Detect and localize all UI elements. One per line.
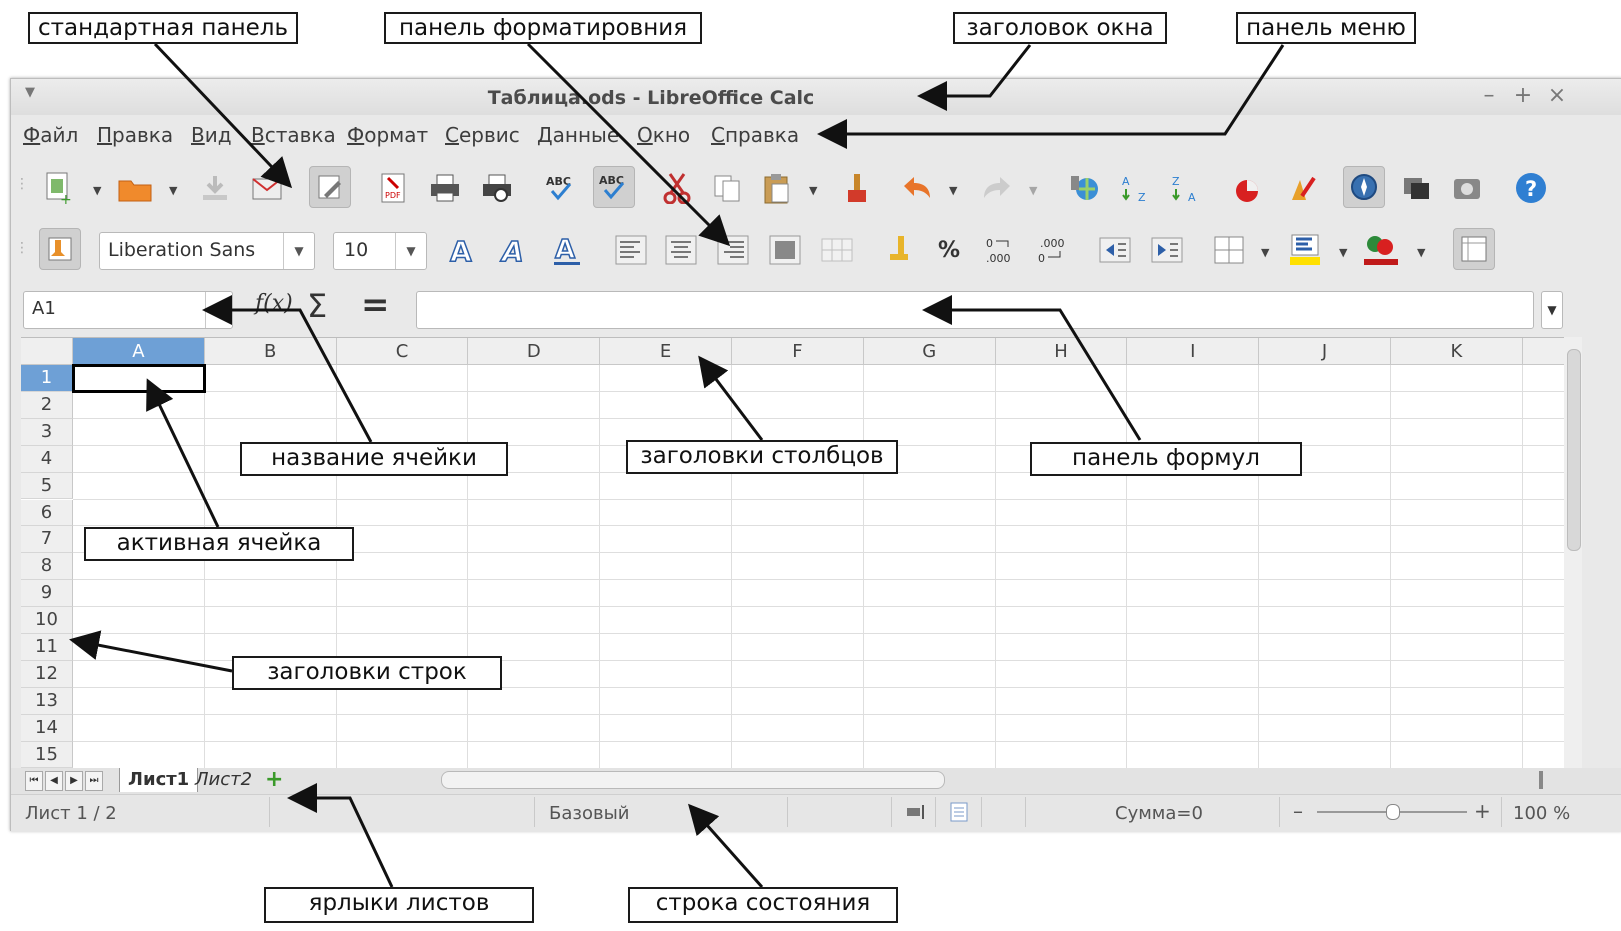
arrow-status-bar — [688, 803, 764, 888]
callout-window-title: заголовок окна — [953, 12, 1167, 44]
callout-formatting-toolbar: панель форматировния — [384, 12, 702, 44]
arrow-sheet-tabs — [287, 783, 394, 888]
callout-status-bar: строка состояния — [628, 887, 898, 923]
arrow-window-title — [917, 44, 1032, 111]
callout-active-cell: активная ячейка — [84, 527, 354, 561]
arrow-formula-bar — [922, 295, 1142, 441]
arrow-menu-bar — [817, 44, 1285, 149]
callout-menu-bar: панель меню — [1236, 12, 1416, 44]
callout-cell-name: название ячейки — [240, 442, 508, 476]
arrow-active-cell — [146, 378, 220, 528]
arrow-row-headers — [69, 630, 233, 673]
arrow-cell-name — [202, 295, 373, 443]
callout-formula-bar: панель формул — [1030, 442, 1302, 476]
arrow-column-headers — [698, 355, 764, 441]
callout-standard-toolbar: стандартная панель — [28, 12, 298, 44]
arrow-standard-toolbar — [153, 42, 293, 189]
callout-row-headers: заголовки строк — [232, 656, 502, 690]
callout-column-headers: заголовки столбцов — [626, 440, 898, 474]
arrow-formatting-toolbar — [526, 42, 731, 247]
callout-sheet-tabs: ярлыки листов — [264, 887, 534, 923]
